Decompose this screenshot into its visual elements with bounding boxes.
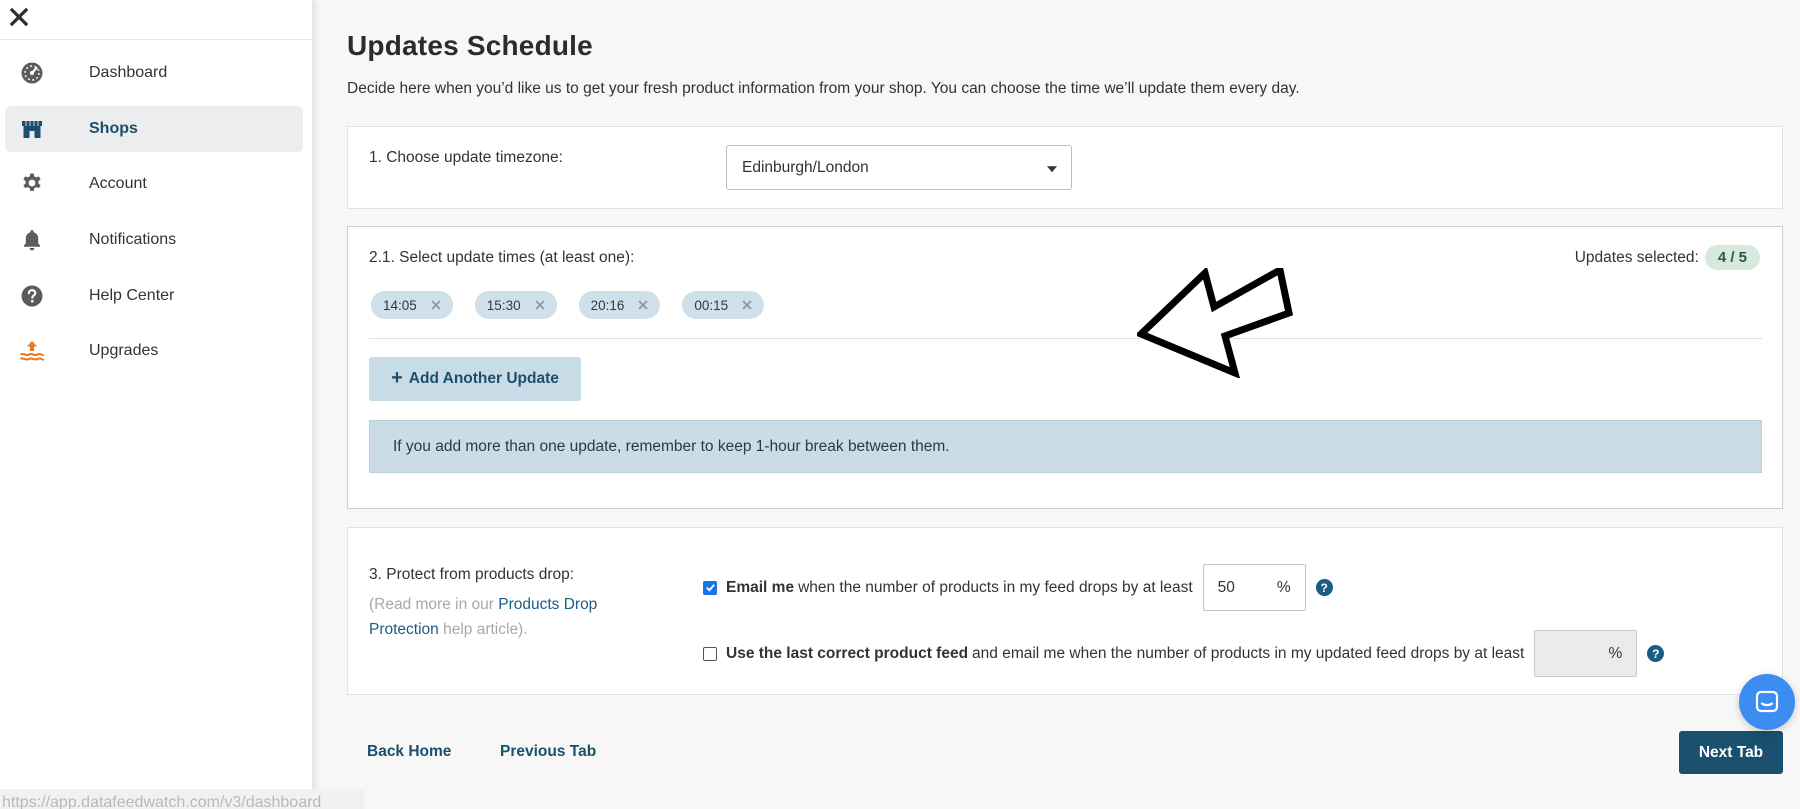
- sidebar-item-notifications[interactable]: Notifications: [5, 217, 303, 263]
- protect-label: 3. Protect from products drop:: [369, 566, 575, 583]
- shop-icon: [19, 116, 45, 142]
- info-message: If you add more than one update, remembe…: [369, 420, 1762, 473]
- sidebar-item-label: Upgrades: [89, 342, 159, 360]
- sidebar-item-shops[interactable]: Shops: [5, 105, 303, 152]
- updates-count-badge: 4 / 5: [1704, 245, 1760, 270]
- update-time-chip: 15:30: [474, 291, 557, 319]
- update-times-label: 2.1. Select update times (at least one):: [369, 249, 635, 266]
- question-circle-icon: [19, 283, 45, 309]
- plus-icon: +: [391, 367, 403, 389]
- protect-help-text: (Read more in our Products Drop Protecti…: [369, 592, 599, 642]
- gear-icon: [19, 171, 45, 197]
- help-suffix: help article).: [438, 621, 528, 638]
- use-last-feed-checkbox[interactable]: [703, 646, 717, 661]
- update-times-card: 2.1. Select update times (at least one):…: [347, 226, 1783, 509]
- option-text: and email me when the number of products…: [972, 644, 1525, 662]
- sidebar-item-label: Dashboard: [89, 64, 168, 81]
- remove-time-button[interactable]: [429, 298, 443, 312]
- update-time-chip: 20:16: [578, 291, 661, 319]
- timezone-label: 1. Choose update timezone:: [369, 149, 563, 166]
- chat-icon: [1755, 690, 1779, 713]
- close-icon: [9, 7, 29, 27]
- remove-time-button[interactable]: [740, 298, 754, 312]
- update-time-value: 14:05: [383, 297, 417, 313]
- add-button-label: Add Another Update: [408, 370, 559, 387]
- update-time-chips: 14:05 15:30 20:16 00:15: [371, 291, 765, 319]
- help-prefix: (Read more in our: [369, 596, 499, 613]
- sidebar-item-upgrades[interactable]: Upgrades: [5, 328, 303, 374]
- email-me-option: Email me when the number of products in …: [703, 564, 1333, 611]
- percent-unit: %: [1608, 644, 1623, 662]
- update-time-value: 20:16: [590, 297, 625, 313]
- email-threshold-input[interactable]: 50 %: [1202, 564, 1306, 611]
- sidebar-item-label: Notifications: [89, 231, 177, 249]
- caret-down-icon: [1047, 165, 1057, 172]
- sidebar-item-account[interactable]: Account: [5, 161, 303, 207]
- sidebar-item-dashboard[interactable]: Dashboard: [5, 50, 303, 96]
- threshold-value: 50: [1217, 578, 1235, 596]
- status-bar-url: https://app.datafeedwatch.com/v3/dashboa…: [0, 789, 364, 809]
- previous-tab-link[interactable]: Previous Tab: [500, 743, 596, 761]
- last-feed-threshold-input[interactable]: %: [1534, 630, 1638, 677]
- sidebar-nav: Dashboard Shops Account Notifications He…: [5, 50, 303, 384]
- update-time-chip: 00:15: [682, 291, 765, 319]
- help-icon[interactable]: ?: [1315, 579, 1333, 596]
- sidebar-item-label: Help Center: [89, 286, 175, 304]
- close-icon: [534, 300, 545, 310]
- chat-launcher-button[interactable]: [1739, 674, 1795, 730]
- sidebar-item-label: Shops: [89, 119, 138, 137]
- close-icon: [742, 300, 752, 310]
- page-description: Decide here when you’d like us to get yo…: [347, 80, 1300, 97]
- update-time-chip: 14:05: [371, 291, 453, 319]
- sidebar-divider: [0, 39, 313, 40]
- remove-time-button[interactable]: [533, 298, 547, 312]
- add-another-update-button[interactable]: + Add Another Update: [369, 357, 581, 401]
- checkmark-icon: [705, 584, 715, 592]
- updates-selected-indicator: Updates selected: 4 / 5: [1575, 245, 1760, 270]
- email-me-checkbox[interactable]: [703, 580, 717, 595]
- timezone-select[interactable]: Edinburgh/London: [726, 145, 1072, 190]
- sidebar-item-label: Account: [89, 175, 147, 193]
- bell-icon: [19, 227, 45, 253]
- remove-time-button[interactable]: [636, 298, 650, 312]
- back-home-link[interactable]: Back Home: [367, 743, 451, 761]
- close-icon: [638, 300, 649, 310]
- timezone-card: 1. Choose update timezone: Edinburgh/Lon…: [347, 126, 1783, 209]
- timezone-selected-value: Edinburgh/London: [742, 158, 869, 176]
- page-title: Updates Schedule: [347, 30, 593, 61]
- protect-card: 3. Protect from products drop: (Read mor…: [347, 527, 1783, 695]
- upgrade-arrow-icon: [19, 338, 45, 364]
- help-icon[interactable]: ?: [1647, 645, 1665, 662]
- update-time-value: 15:30: [486, 297, 521, 313]
- use-last-feed-option: Use the last correct product feed and em…: [703, 630, 1665, 677]
- next-tab-button[interactable]: Next Tab: [1679, 731, 1783, 774]
- dashboard-gauge-icon: [19, 60, 45, 86]
- option-text: when the number of products in my feed d…: [798, 578, 1193, 596]
- option-bold-text: Email me: [726, 578, 795, 596]
- close-sidebar-button[interactable]: [6, 4, 32, 30]
- percent-unit: %: [1276, 578, 1291, 596]
- close-icon: [431, 300, 441, 310]
- update-time-value: 00:15: [694, 297, 729, 313]
- sidebar-item-help-center[interactable]: Help Center: [5, 273, 303, 319]
- sidebar: Dashboard Shops Account Notifications He…: [0, 0, 364, 809]
- option-bold-text: Use the last correct product feed: [726, 644, 969, 662]
- updates-selected-label: Updates selected:: [1574, 248, 1699, 266]
- section-divider: [369, 338, 1762, 339]
